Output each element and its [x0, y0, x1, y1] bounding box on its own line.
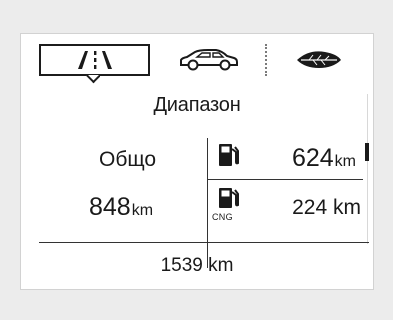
petrol-range-value: 624km [292, 144, 356, 173]
total-range-value: 848km [89, 193, 153, 222]
cng-range-value: 224 km [292, 196, 361, 219]
fuel-pump-icon [219, 144, 239, 166]
range-title: Диапазон [153, 94, 241, 116]
column-divider [207, 138, 208, 268]
tab-eco[interactable] [269, 44, 369, 76]
odometer-value: 1539 km [160, 255, 234, 276]
tab-separator [265, 44, 267, 76]
tab-pointer [86, 75, 100, 85]
row-divider [207, 179, 363, 180]
tab-vehicle[interactable] [154, 44, 264, 76]
tab-road[interactable] [39, 44, 150, 76]
scrollbar-track [367, 94, 368, 244]
petrol-range-number: 624 [291, 144, 334, 172]
scrollbar-thumb[interactable] [365, 143, 369, 161]
total-range-number: 848 [89, 193, 131, 221]
total-range-label: Общо [99, 148, 157, 171]
bottom-divider [39, 242, 369, 243]
tab-bar [21, 34, 373, 82]
leaf-icon [297, 51, 341, 68]
total-range-unit: km [131, 202, 154, 219]
car-icon [180, 49, 238, 71]
cng-label: CNG [212, 212, 233, 222]
display-screen: Диапазон Общо 848km 624km CNG 224 km 153… [20, 33, 374, 290]
petrol-range-unit: km [334, 153, 356, 170]
road-icon [77, 51, 112, 69]
cng-pump-icon [219, 188, 239, 208]
